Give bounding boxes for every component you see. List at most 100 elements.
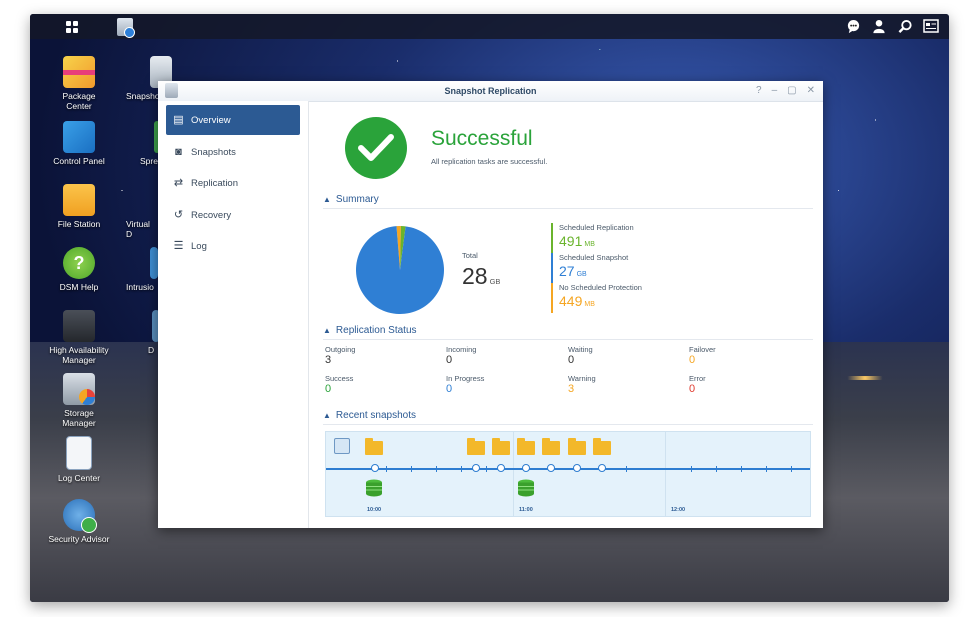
desktop-icon-virtual-drive[interactable]: Virtual D: [126, 184, 158, 239]
calendar-icon[interactable]: [334, 438, 350, 454]
timeline-snapshot-point[interactable]: [371, 464, 379, 472]
timeline-time-label: 10:00: [367, 507, 382, 513]
timeline-tick: [766, 466, 767, 472]
minimize-button[interactable]: –: [772, 85, 778, 96]
maximize-button[interactable]: ▢: [787, 85, 796, 96]
taskbar-snapshot-replication[interactable]: [114, 14, 136, 39]
status-value: 0: [689, 354, 696, 366]
database-icon[interactable]: [517, 479, 535, 497]
replication-status-heading: Replication Status: [335, 325, 417, 336]
status-label: Waiting: [568, 345, 593, 354]
snapshot-folder-icon[interactable]: [593, 438, 611, 455]
control-panel-icon: [63, 121, 95, 153]
chevron-up-icon: ▲: [323, 411, 331, 420]
timeline-snapshot-point[interactable]: [522, 464, 530, 472]
sidebar-item-snapshots[interactable]: ◙ Snapshots: [166, 137, 300, 167]
sidebar-item-overview[interactable]: ▤ Overview: [166, 105, 300, 135]
status-value: 0: [446, 354, 453, 366]
notification-icon[interactable]: [845, 19, 861, 35]
database-icon[interactable]: [365, 479, 383, 497]
timeline-hour-divider: [513, 432, 514, 516]
timeline-tick: [386, 466, 387, 472]
summary-legend: Scheduled Replication 491 MB Scheduled Sn…: [551, 223, 642, 313]
success-check-icon: [345, 117, 407, 179]
status-outgoing: Outgoing 3: [325, 345, 355, 367]
total-unit: GB: [489, 277, 501, 286]
widgets-icon[interactable]: [923, 18, 939, 35]
legend-number: 491: [559, 233, 583, 249]
desktop-icon-dsm-help[interactable]: ? DSM Help: [37, 247, 121, 292]
desktop-icon-log-center[interactable]: Log Center: [37, 436, 121, 483]
status-success: Success 0: [325, 374, 353, 396]
timeline-snapshot-point[interactable]: [472, 464, 480, 472]
folder-icon: [63, 184, 95, 216]
timeline-snapshot-point[interactable]: [497, 464, 505, 472]
sidebar-item-replication[interactable]: ⇄ Replication: [166, 168, 300, 198]
timeline-snapshot-point[interactable]: [547, 464, 555, 472]
snapshot-folder-icon[interactable]: [568, 438, 586, 455]
snapshot-folder-icon[interactable]: [492, 438, 510, 455]
sidebar-item-recovery[interactable]: ↺ Recovery: [166, 200, 300, 230]
status-error: Error 0: [689, 374, 706, 396]
overview-content: Successful All replication tasks are suc…: [309, 101, 823, 528]
sidebar-item-label: Overview: [191, 114, 231, 126]
status-value: 0: [325, 383, 332, 395]
desktop-icon-file-station[interactable]: File Station: [37, 184, 121, 229]
search-icon[interactable]: [897, 19, 913, 35]
status-label: Error: [689, 374, 706, 383]
desktop-icon-security-advisor[interactable]: Security Advisor: [37, 499, 121, 544]
window-title: Snapshot Replication: [444, 86, 537, 96]
window-controls: ? – ▢ ✕: [756, 85, 815, 96]
snapshot-folder-icon[interactable]: [542, 438, 560, 455]
desktop-icon-intrusion[interactable]: Intrusio: [126, 247, 158, 292]
snapshot-folder-icon[interactable]: [517, 438, 535, 455]
taskbar-tray: [845, 14, 939, 39]
storage-icon: [63, 373, 95, 405]
help-button[interactable]: ?: [756, 85, 762, 96]
sidebar-item-log[interactable]: ☰ Log: [166, 231, 300, 261]
desktop-icon-spreadsheet[interactable]: Spre: [140, 121, 160, 166]
timeline-tick: [411, 466, 412, 472]
status-label: Warning: [568, 374, 596, 383]
log-icon: [66, 436, 92, 470]
desktop-icon-label: DSM Help: [59, 282, 99, 292]
desktop-icon-high-availability[interactable]: High Availability Manager: [37, 310, 121, 365]
chevron-up-icon: ▲: [323, 326, 331, 335]
status-label: Failover: [689, 345, 716, 354]
sidebar-item-label: Snapshots: [191, 146, 236, 158]
desktop-icon-label: Intrusio: [126, 282, 154, 292]
user-icon[interactable]: [871, 19, 887, 35]
legend-no-scheduled-protection: No Scheduled Protection 449 MB: [551, 283, 642, 313]
snapshot-folder-icon[interactable]: [467, 438, 485, 455]
security-advisor-icon: [63, 499, 97, 533]
timeline-snapshot-point[interactable]: [598, 464, 606, 472]
timeline-snapshot-point[interactable]: [573, 464, 581, 472]
status-value: 3: [568, 383, 575, 395]
recovery-icon: ↺: [173, 209, 184, 221]
recent-snapshots-heading: Recent snapshots: [335, 410, 416, 421]
main-menu-button[interactable]: [58, 14, 86, 39]
desktop-icon-label: Security Advisor: [48, 534, 110, 544]
window-titlebar[interactable]: Snapshot Replication ? – ▢ ✕: [158, 81, 823, 102]
desktop-icon-label: Log Center: [57, 473, 101, 483]
desktop-icon-storage-manager[interactable]: Storage Manager: [37, 373, 121, 428]
timeline-tick: [691, 466, 692, 472]
timeline-tick: [741, 466, 742, 472]
summary-section-toggle[interactable]: ▲ Summary: [323, 194, 379, 205]
desktop-icon-control-panel[interactable]: Control Panel: [37, 121, 121, 166]
status-label: Success: [325, 374, 354, 383]
chevron-up-icon: ▲: [323, 195, 331, 204]
legend-number: 27: [559, 263, 575, 279]
sidebar-item-label: Replication: [191, 177, 238, 189]
timeline-tick: [461, 466, 462, 472]
shield-icon: [150, 247, 158, 279]
close-button[interactable]: ✕: [807, 85, 815, 96]
desktop-icon-label: Storage Manager: [62, 408, 96, 428]
snapshot-folder-icon[interactable]: [365, 438, 383, 455]
status-subtitle: All replication tasks are successful.: [431, 157, 548, 166]
snapshot-timeline[interactable]: 10:00 11:00 12:00: [325, 431, 811, 517]
recent-snapshots-toggle[interactable]: ▲ Recent snapshots: [323, 410, 416, 421]
status-warning: Warning 3: [568, 374, 596, 396]
status-waiting: Waiting 0: [568, 345, 593, 367]
replication-status-toggle[interactable]: ▲ Replication Status: [323, 325, 417, 336]
